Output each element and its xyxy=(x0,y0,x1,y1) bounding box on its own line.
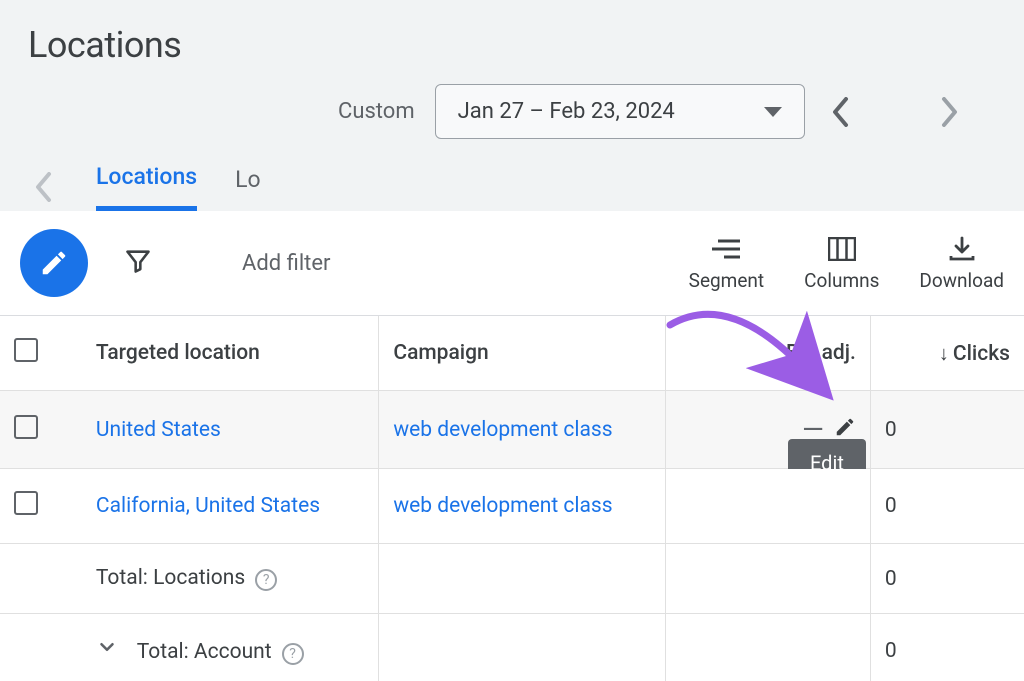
total-account-label: Total: Account xyxy=(137,640,272,664)
segment-icon xyxy=(712,235,740,263)
expand-button[interactable] xyxy=(96,636,118,664)
col-header-campaign[interactable]: Campaign xyxy=(379,316,666,391)
total-account-clicks: 0 xyxy=(870,614,1024,681)
date-range-text: Jan 27 – Feb 23, 2024 xyxy=(458,99,675,124)
total-locations-row: Total: Locations? 0 xyxy=(0,544,1024,614)
segment-label: Segment xyxy=(689,269,764,292)
page-title: Locations xyxy=(28,24,996,66)
download-icon xyxy=(948,235,976,263)
row-checkbox[interactable] xyxy=(14,491,38,515)
clicks-value: 0 xyxy=(870,391,1024,469)
filter-button[interactable] xyxy=(124,247,152,279)
help-icon[interactable]: ? xyxy=(282,643,304,665)
chevron-down-icon xyxy=(96,636,118,658)
columns-button[interactable]: Columns xyxy=(804,235,879,292)
download-label: Download xyxy=(919,269,1004,292)
edit-fab-button[interactable] xyxy=(20,229,88,297)
tab-next-partial[interactable]: Lo xyxy=(235,166,261,209)
sort-descending-icon: ↓ xyxy=(939,341,949,365)
clicks-value: 0 xyxy=(870,469,1024,544)
row-checkbox[interactable] xyxy=(14,415,38,439)
add-filter-button[interactable]: Add filter xyxy=(242,251,330,276)
date-next-button[interactable] xyxy=(935,97,965,127)
filter-icon xyxy=(124,247,152,275)
tab-locations[interactable]: Locations xyxy=(96,163,197,211)
location-link[interactable]: California, United States xyxy=(96,494,320,518)
download-button[interactable]: Download xyxy=(919,235,1004,292)
date-range-label: Custom xyxy=(338,99,415,124)
location-link[interactable]: United States xyxy=(96,418,221,442)
col-header-bid-adj[interactable]: Bid adj. xyxy=(666,316,871,391)
col-header-clicks[interactable]: ↓Clicks xyxy=(870,316,1024,391)
total-account-row: Total: Account? 0 xyxy=(0,614,1024,681)
col-header-location[interactable]: Targeted location xyxy=(82,316,379,391)
pencil-icon xyxy=(834,416,856,438)
table-row: California, United States web developmen… xyxy=(0,469,1024,544)
columns-icon xyxy=(828,235,856,263)
campaign-link[interactable]: web development class xyxy=(393,418,612,442)
total-locations-label: Total: Locations xyxy=(96,566,245,590)
date-prev-button[interactable] xyxy=(825,97,855,127)
columns-label: Columns xyxy=(804,269,879,292)
tabs-back-button[interactable] xyxy=(28,172,58,202)
select-all-checkbox[interactable] xyxy=(14,338,38,362)
chevron-down-icon xyxy=(764,107,782,117)
date-range-picker[interactable]: Jan 27 – Feb 23, 2024 xyxy=(435,84,805,139)
table-row: United States web development class — Ed… xyxy=(0,391,1024,469)
help-icon[interactable]: ? xyxy=(255,569,277,591)
total-locations-clicks: 0 xyxy=(870,544,1024,614)
segment-button[interactable]: Segment xyxy=(689,235,764,292)
table-header-row: Targeted location Campaign Bid adj. ↓Cli… xyxy=(0,316,1024,391)
campaign-link[interactable]: web development class xyxy=(393,494,612,518)
pencil-icon xyxy=(39,248,69,278)
